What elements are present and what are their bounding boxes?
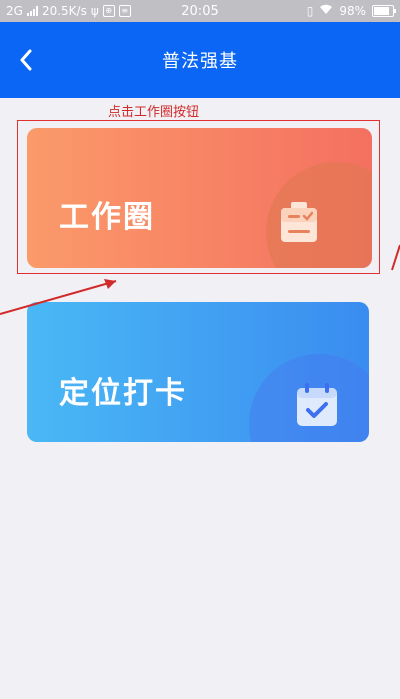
page-title: 普法强基 [162,51,238,72]
status-bar: 2G 20.5K/s ψ ⊕ ≡ 20:05 ▯ 98% [0,0,400,22]
status-right: ▯ 98% [306,4,396,18]
network-speed: 20.5K/s [41,4,87,18]
calendar-check-icon [297,383,337,426]
work-circle-card[interactable]: 工作圈 [27,128,372,268]
work-circle-label: 工作圈 [59,200,155,235]
battery-percent: 98% [339,4,366,18]
clipboard-check-icon [281,202,317,242]
message-notification-icon: ≡ [118,5,131,17]
annotation-label: 点击工作圈按钮 [108,105,200,120]
battery-icon [372,5,396,17]
vibrate-icon: ▯ [306,4,314,18]
usb-icon: ψ [90,4,99,18]
wifi-icon [319,4,333,18]
signal-icon [26,6,38,16]
app-notification-icon: ⊕ [102,5,115,17]
network-type: 2G [6,4,23,18]
location-checkin-card[interactable]: 定位打卡 [27,302,369,442]
location-checkin-label: 定位打卡 [59,376,187,411]
status-left: 2G 20.5K/s ψ ⊕ ≡ [6,4,131,18]
app-header: 普法强基 [0,22,400,98]
